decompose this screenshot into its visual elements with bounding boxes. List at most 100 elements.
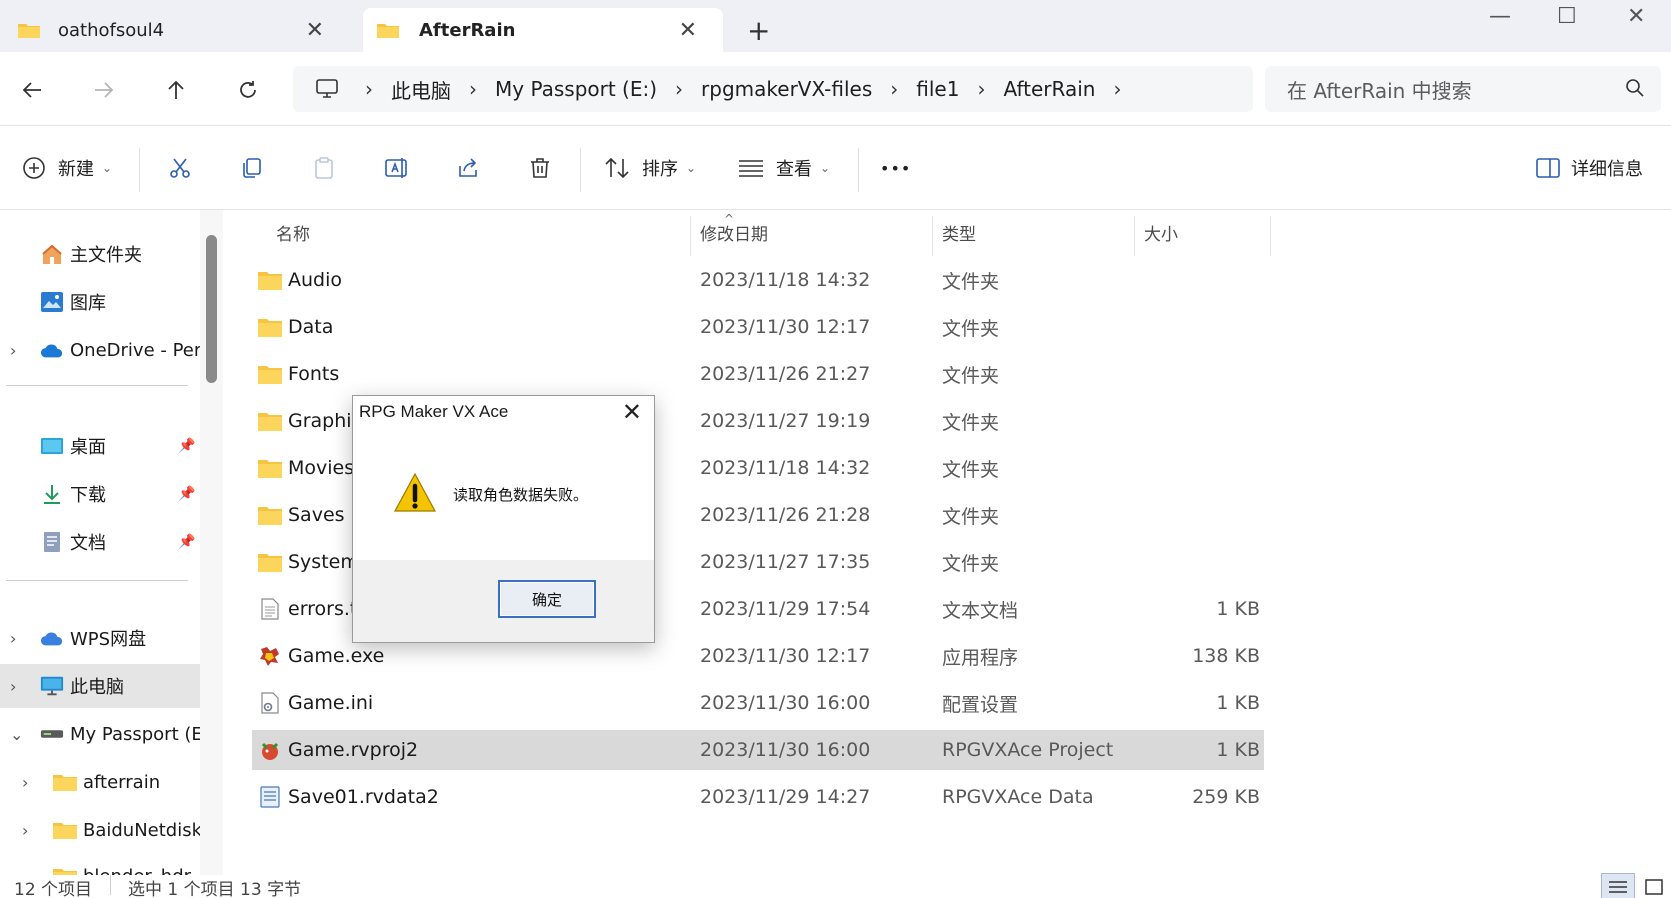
file-row-selected[interactable]: Game.rvproj2 2023/11/30 16:00 RPGVXAce P… — [252, 730, 1264, 770]
more-options-button[interactable]: ••• — [880, 150, 911, 186]
sidebar-item-wps-cloud[interactable]: › WPS网盘 — [0, 616, 200, 660]
tab-bar: oathofsoul4 ✕ AfterRain ✕ + — ☐ ✕ — [0, 0, 1671, 52]
file-row[interactable]: Audio 2023/11/18 14:32 文件夹 — [252, 260, 1264, 300]
column-header-name[interactable]: 名称 — [276, 210, 310, 254]
file-row[interactable]: Save01.rvdata2 2023/11/29 14:27 RPGVXAce… — [252, 777, 1264, 817]
folder-icon — [258, 413, 282, 431]
text-file-icon — [261, 598, 279, 620]
back-button[interactable] — [16, 74, 48, 106]
column-divider[interactable] — [1134, 216, 1135, 256]
search-input[interactable]: 在 AfterRain 中搜索 — [1265, 66, 1661, 112]
tiles-view-icon — [1645, 879, 1663, 895]
file-name: Fonts — [288, 363, 340, 385]
file-type: 文件夹 — [942, 270, 1000, 293]
navigation-pane: 主文件夹 图库 › OneDrive - Per 桌面 📌 下载 📌 文档 📌 … — [0, 210, 223, 875]
sidebar-scrollbar-thumb[interactable] — [206, 235, 217, 383]
folder-icon — [258, 366, 282, 384]
file-date: 2023/11/29 14:27 — [700, 786, 871, 808]
breadcrumb-separator[interactable]: › — [469, 77, 477, 101]
view-button[interactable]: 查看 ⌄ — [738, 150, 830, 186]
new-tab-button[interactable]: + — [747, 14, 770, 47]
breadcrumb-item[interactable]: AfterRain — [1003, 77, 1095, 101]
divider — [858, 148, 859, 192]
sidebar-item-this-pc[interactable]: › 此电脑 — [0, 664, 200, 708]
ok-button[interactable]: 确定 — [498, 580, 596, 618]
file-type: RPGVXAce Data — [942, 786, 1094, 808]
home-icon — [40, 244, 64, 264]
arrow-left-icon — [22, 82, 41, 98]
paste-button[interactable] — [312, 150, 336, 186]
chevron-right-icon[interactable]: › — [22, 773, 36, 792]
sort-button[interactable]: 排序 ⌄ — [604, 150, 696, 186]
rename-button[interactable] — [384, 150, 410, 186]
pin-icon[interactable]: 📌 — [178, 534, 195, 550]
details-view-button[interactable] — [1601, 873, 1635, 898]
chevron-right-icon[interactable]: › — [22, 821, 36, 840]
file-name: Save01.rvdata2 — [288, 786, 439, 808]
file-row[interactable]: Game.ini 2023/11/30 16:00 配置设置 1 KB — [252, 683, 1264, 723]
sidebar-item-afterrain[interactable]: › afterrain — [0, 760, 200, 804]
delete-button[interactable] — [528, 150, 552, 186]
file-row[interactable]: Data 2023/11/30 12:17 文件夹 — [252, 307, 1264, 347]
pin-icon[interactable]: 📌 — [178, 438, 195, 454]
new-button[interactable]: 新建 ⌄ — [22, 150, 112, 186]
breadcrumb-item[interactable]: 此电脑 — [391, 75, 451, 104]
copy-button[interactable] — [240, 150, 264, 186]
item-count: 12 个项目 — [14, 880, 93, 898]
file-row[interactable]: Fonts 2023/11/26 21:27 文件夹 — [252, 354, 1264, 394]
chevron-down-icon[interactable]: ⌄ — [10, 725, 24, 744]
dialog-message: 读取角色数据失败。 — [453, 486, 589, 504]
breadcrumb-item[interactable]: My Passport (E:) — [495, 77, 657, 101]
sidebar-item-gallery[interactable]: 图库 — [0, 280, 200, 324]
share-button[interactable] — [456, 150, 480, 186]
tab-oathofsoul4[interactable]: oathofsoul4 ✕ — [0, 8, 350, 52]
sidebar-item-onedrive[interactable]: › OneDrive - Per — [0, 328, 201, 372]
column-divider[interactable] — [932, 216, 933, 256]
sidebar-item-home[interactable]: 主文件夹 — [0, 232, 200, 276]
breadcrumb-separator[interactable]: › — [675, 77, 683, 101]
breadcrumb-separator[interactable]: › — [977, 77, 985, 101]
tiles-view-button[interactable] — [1637, 873, 1671, 898]
breadcrumb-item[interactable]: rpgmakerVX-files — [701, 77, 872, 101]
breadcrumb-item[interactable]: file1 — [916, 77, 959, 101]
column-divider[interactable] — [1270, 216, 1271, 256]
cloud-icon — [40, 628, 64, 648]
file-size: 1 KB — [1216, 739, 1260, 761]
column-divider[interactable] — [690, 216, 691, 256]
sidebar-item-baidunetdisk[interactable]: › BaiduNetdisk — [0, 808, 202, 852]
breadcrumb-separator[interactable]: › — [365, 77, 373, 101]
refresh-button[interactable] — [232, 74, 264, 106]
selection-info: 选中 1 个项目 13 字节 — [128, 880, 302, 898]
sidebar-item-my-passport[interactable]: ⌄ My Passport (E — [0, 712, 203, 756]
breadcrumb-separator[interactable]: › — [1113, 77, 1121, 101]
breadcrumb-separator[interactable]: › — [890, 77, 898, 101]
dialog-title: RPG Maker VX Ace — [359, 402, 509, 421]
tab-afterrain[interactable]: AfterRain ✕ — [363, 8, 723, 52]
sidebar-item-desktop[interactable]: 桌面 📌 — [0, 424, 200, 468]
sidebar-item-documents[interactable]: 文档 📌 — [0, 520, 200, 564]
up-button[interactable] — [160, 74, 192, 106]
sidebar-item-downloads[interactable]: 下载 📌 — [0, 472, 200, 516]
tab-close-button[interactable]: ✕ — [306, 18, 324, 43]
dialog-close-button[interactable]: ✕ — [622, 398, 642, 426]
chevron-right-icon[interactable]: › — [10, 677, 24, 696]
folder-icon — [377, 24, 399, 38]
chevron-right-icon[interactable]: › — [10, 341, 24, 360]
pin-icon[interactable]: 📌 — [178, 486, 195, 502]
column-header-size[interactable]: 大小 — [1144, 210, 1178, 254]
sidebar-item-blender-hdr[interactable]: blender_hdr — [0, 854, 200, 875]
tab-close-button[interactable]: ✕ — [679, 18, 697, 43]
address-bar[interactable]: › 此电脑 › My Passport (E:) › rpgmakerVX-fi… — [293, 66, 1253, 112]
folder-icon — [258, 507, 282, 525]
trash-icon — [531, 158, 549, 178]
column-header-date[interactable]: 修改日期 — [700, 210, 768, 254]
chevron-right-icon[interactable]: › — [10, 629, 24, 648]
forward-button[interactable] — [88, 74, 120, 106]
cut-button[interactable] — [168, 150, 192, 186]
file-date: 2023/11/30 12:17 — [700, 316, 871, 338]
close-window-button[interactable]: ✕ — [1627, 4, 1645, 29]
column-header-type[interactable]: 类型 — [942, 210, 976, 254]
minimize-button[interactable]: — — [1489, 4, 1511, 29]
details-pane-button[interactable]: 详细信息 — [1535, 150, 1643, 186]
maximize-button[interactable]: ☐ — [1557, 4, 1577, 29]
